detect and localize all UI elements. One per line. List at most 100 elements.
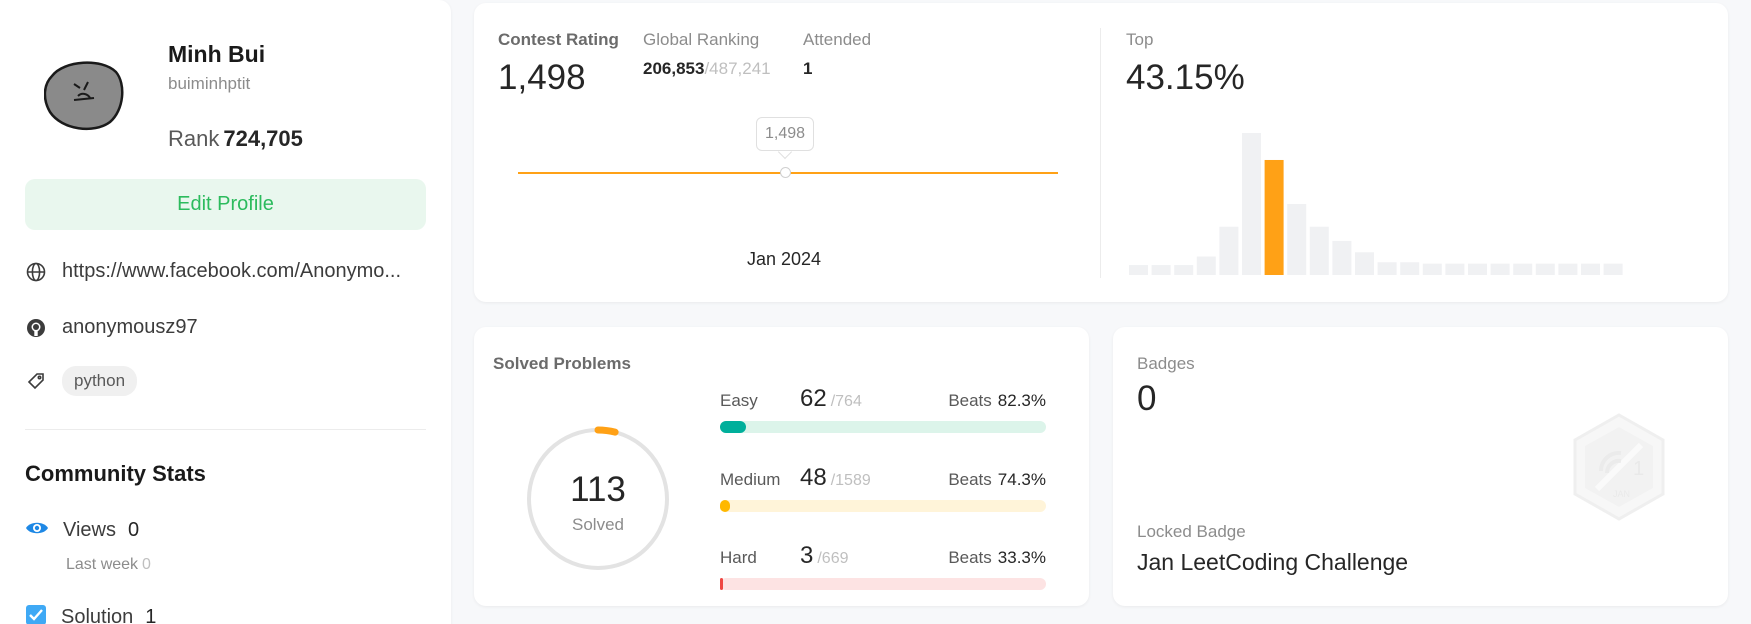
badge-month: JAN [1613,489,1630,499]
badges-title: Badges [1137,354,1195,373]
solution-icon [25,604,47,624]
histogram-bar[interactable] [1242,133,1261,275]
views-stat: Views 0 [25,519,139,542]
difficulty-solved-value: 48 [800,464,827,491]
solved-total-label: Solved [572,515,624,534]
difficulty-medium: Medium 48/1589 Beats 74.3% [720,464,1046,512]
progress-track [720,578,1046,590]
contest-card: Contest Rating 1,498 Global Ranking 206,… [474,3,1728,302]
github-row[interactable]: anonymousz97 [25,316,198,339]
histogram-bar[interactable] [1377,262,1397,275]
difficulty-solved: 3/669 [800,542,849,570]
histogram-bar[interactable] [1535,263,1555,275]
website-link[interactable]: https://www.facebook.com/Anonymo... [62,260,401,283]
progress-track [720,500,1046,512]
difficulty-beats: Beats 82.3% [948,391,1046,411]
top-label: Top [1126,30,1154,49]
beats-label: Beats [948,391,992,410]
histogram-bar[interactable] [1287,204,1307,275]
histogram-bar[interactable] [1174,265,1194,275]
solved-total: 113 [570,470,626,509]
rating-x-label: Jan 2024 [747,249,822,269]
github-link[interactable]: anonymousz97 [62,316,198,339]
eye-icon [25,520,49,541]
vertical-divider [1100,28,1101,278]
views-value: 0 [128,519,140,541]
difficulty-solved: 62/764 [800,385,862,413]
difficulty-solved-value: 62 [800,385,827,412]
rank-label: Rank [168,126,220,151]
difficulty-label: Easy [720,391,758,410]
contest-rating-label: Contest Rating [498,30,619,49]
edit-profile-button[interactable]: Edit Profile [25,179,426,230]
difficulty-label: Hard [720,548,757,567]
beats-value: 82.3% [997,391,1046,410]
community-stats-title: Community Stats [25,461,206,486]
progress-fill [720,578,724,590]
histogram-bar[interactable] [1558,263,1578,275]
solution-value: 1 [145,606,157,624]
locked-badge-label: Locked Badge [1137,522,1246,541]
histogram-bar[interactable] [1129,265,1148,275]
histogram-bar[interactable] [1151,265,1171,275]
avatar[interactable] [43,58,124,132]
badges-count: 0 [1137,379,1157,418]
global-ranking-total: /487,241 [704,59,771,78]
globe-icon [25,261,47,283]
github-icon [25,317,47,339]
website-row[interactable]: https://www.facebook.com/Anonymo... [25,260,401,283]
global-ranking: 206,853/487,241 [643,59,771,79]
difficulty-total: /669 [817,550,849,567]
badge-number: 1 [1633,458,1644,480]
difficulty-solved-value: 3 [800,542,814,569]
skills-row: python [25,366,138,396]
solution-stat: Solution 1 [25,604,156,624]
top-percentage: 43.15% [1126,58,1245,97]
histogram-bar[interactable] [1490,263,1510,275]
divider [25,429,426,430]
views-last-week: Last week 0 [66,556,151,574]
locked-badge-icon[interactable]: 1 JAN [1569,413,1669,521]
histogram-bar[interactable] [1355,252,1374,275]
histogram-bar[interactable] [1400,262,1420,275]
difficulty-hard: Hard 3/669 Beats 33.3% [720,542,1046,590]
attended-label: Attended [803,30,872,49]
solved-ring: 113 Solved [524,425,672,573]
histogram-bar[interactable] [1468,263,1487,275]
rating-point[interactable] [780,167,791,178]
difficulty-beats: Beats 33.3% [948,548,1046,568]
histogram-bar[interactable] [1603,263,1623,275]
global-ranking-label: Global Ranking [643,30,760,49]
histogram-bar-current[interactable] [1264,159,1284,275]
difficulty-beats: Beats 74.3% [948,470,1046,490]
progress-fill [720,500,730,512]
badges-card: Badges 0 1 JAN Locked Badge Jan LeetCodi… [1113,327,1728,606]
difficulty-label: Medium [720,470,781,489]
histogram-bar[interactable] [1196,256,1216,275]
rating-tooltip: 1,498 [756,117,814,151]
histogram-bar[interactable] [1219,226,1239,275]
solved-problems-card: Solved Problems 113 Solved Easy 62/764 B… [474,327,1089,606]
last-week-value: 0 [142,556,151,573]
global-ranking-value: 206,853 [643,59,705,78]
histogram-bar[interactable] [1309,226,1329,275]
difficulty-total: /1589 [830,472,871,489]
histogram-bar[interactable] [1422,263,1442,275]
beats-label: Beats [948,470,992,489]
progress-track [720,421,1046,433]
difficulty-total: /764 [830,393,862,410]
profile-username: buiminhptit [168,74,251,93]
histogram-bar[interactable] [1513,263,1533,275]
beats-value: 33.3% [997,548,1046,567]
tag-icon [25,370,47,392]
attended-value: 1 [803,59,813,78]
skill-tag[interactable]: python [62,366,138,396]
beats-label: Beats [948,548,992,567]
beats-value: 74.3% [997,470,1046,489]
progress-fill [720,421,747,433]
contest-rating-value: 1,498 [498,58,586,97]
histogram-bar[interactable] [1581,263,1600,275]
histogram-bar[interactable] [1445,263,1465,275]
histogram-bar[interactable] [1332,240,1352,275]
locked-badge-name[interactable]: Jan LeetCoding Challenge [1137,549,1408,576]
